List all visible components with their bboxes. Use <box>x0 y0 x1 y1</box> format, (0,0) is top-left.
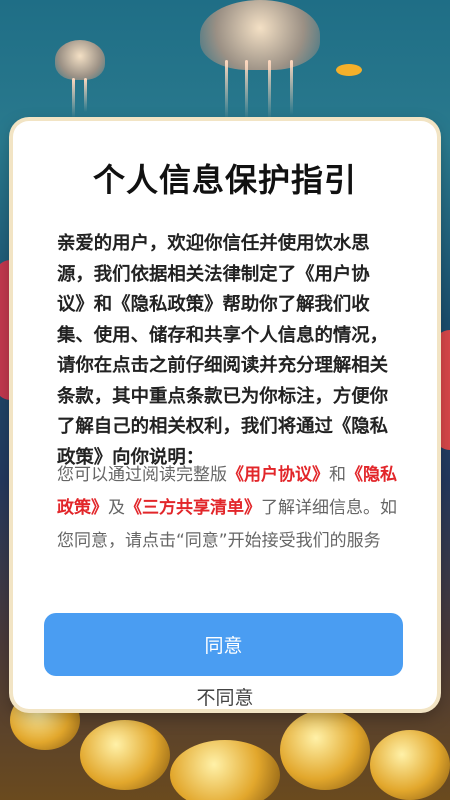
jellyfish-tentacle <box>245 60 248 120</box>
jellyfish-decoration <box>55 40 105 80</box>
jellyfish-tentacle <box>72 78 75 118</box>
intro-text: 亲爱的用户，欢迎你信任并使用饮水思源，我们依据相关法律制定了《用户协议》和《隐私… <box>57 233 389 468</box>
jellyfish-decoration <box>200 0 320 70</box>
jellyfish-tentacle <box>290 60 293 115</box>
dialog-title: 个人信息保护指引 <box>92 161 357 199</box>
third-party-list-link[interactable]: 《三方共享清单》 <box>125 498 261 518</box>
gold-coin-decoration <box>80 720 170 790</box>
agree-button[interactable]: 同意 <box>44 613 403 676</box>
gold-coin-decoration <box>370 730 450 800</box>
jellyfish-tentacle <box>268 60 271 120</box>
user-agreement-link[interactable]: 《用户协议》 <box>227 465 329 485</box>
notice-text: 您可以通过阅读完整版《用户协议》和《隐私政策》及《三方共享清单》了解详细信息。如… <box>57 459 397 558</box>
disagree-button[interactable]: 不同意 <box>13 683 437 710</box>
jellyfish-tentacle <box>84 78 87 112</box>
notice-and: 和 <box>329 465 346 485</box>
fish-decoration <box>336 64 362 76</box>
notice-prefix: 您可以通过阅读完整版 <box>57 465 227 485</box>
jellyfish-tentacle <box>225 60 228 120</box>
gold-coin-decoration <box>170 740 280 800</box>
notice-and-2: 及 <box>108 498 125 518</box>
gold-coin-decoration <box>280 710 370 790</box>
privacy-dialog: 个人信息保护指引 亲爱的用户，欢迎你信任并使用饮水思源，我们依据相关法律制定了《… <box>13 121 437 709</box>
